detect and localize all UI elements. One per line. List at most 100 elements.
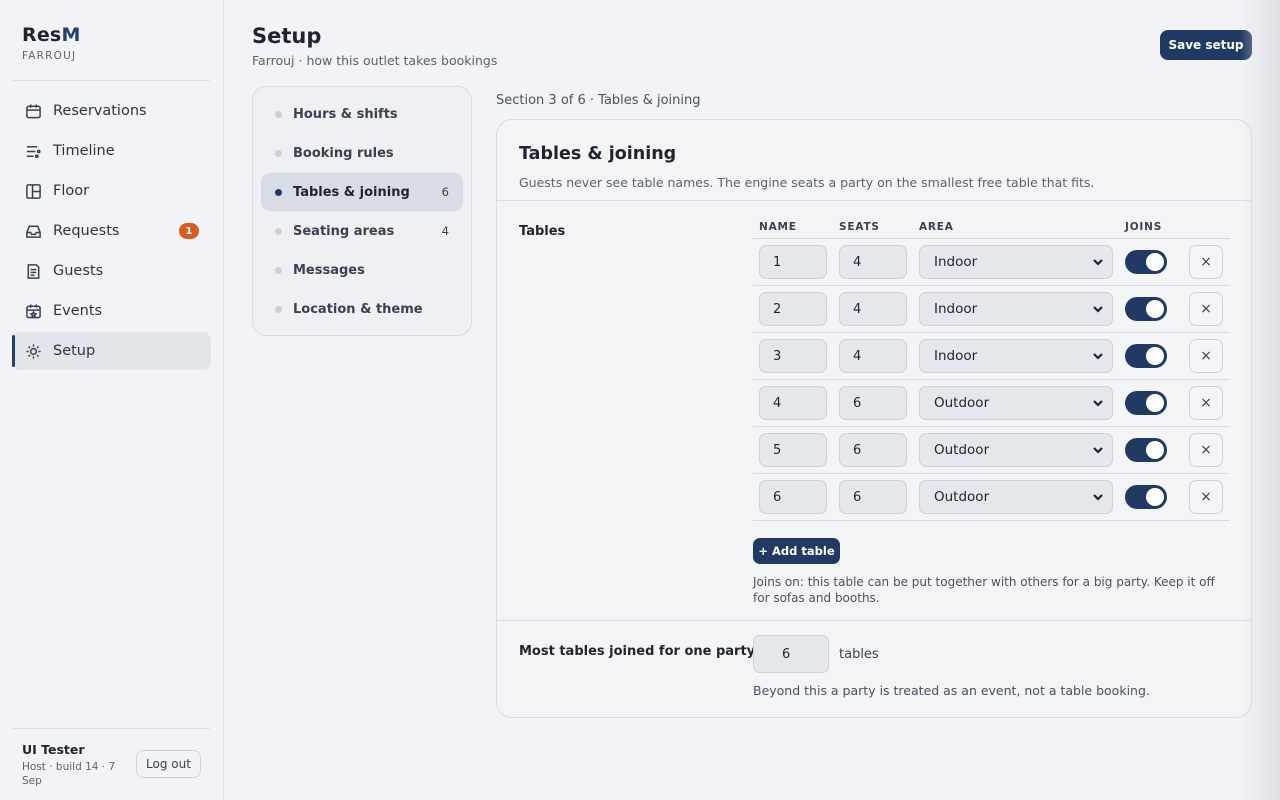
sidebar-item-label: Guests [53, 263, 104, 279]
outlet-name: FARROUJ [22, 50, 77, 62]
sidebar-item-label: Requests [53, 223, 120, 239]
table-name-input[interactable] [759, 339, 827, 373]
selected-area: Outdoor [934, 395, 990, 411]
table-area-select[interactable]: Outdoor [919, 386, 1113, 420]
toggle-knob [1146, 394, 1164, 412]
event-calendar-icon [24, 302, 42, 320]
max-join-label: Most tables joined for one party [519, 644, 756, 659]
table-row: Outdoor × [753, 380, 1230, 427]
sidebar-item-requests[interactable]: Requests 1 [12, 212, 211, 250]
section-label: Tables & joining [293, 184, 410, 200]
table-area-select[interactable]: Indoor [919, 292, 1113, 326]
table-area-select[interactable]: Indoor [919, 339, 1113, 373]
sidebar-item-reservations[interactable]: Reservations [12, 92, 211, 130]
selected-area: Indoor [934, 348, 978, 364]
floor-plan-icon [24, 182, 42, 200]
sidebar-item-floor[interactable]: Floor [12, 172, 211, 210]
section-dot-icon [275, 149, 282, 157]
table-name-input[interactable] [759, 292, 827, 326]
user-info: UI Tester Host · build 14 · 7 Sep [22, 742, 132, 788]
tables-label: Tables [519, 224, 566, 239]
column-header-joins: JOINS [1125, 221, 1163, 233]
panel-title: Tables & joining [519, 144, 677, 164]
section-dot-icon [275, 227, 282, 235]
section-item-booking-rules[interactable]: Booking rules [261, 134, 463, 172]
remove-table-button[interactable]: × [1189, 433, 1223, 467]
table-row: Indoor × [753, 333, 1230, 380]
max-join-unit: tables [839, 647, 879, 662]
table-seats-input[interactable] [839, 386, 907, 420]
table-row: Indoor × [753, 286, 1230, 333]
close-icon: × [1200, 395, 1212, 411]
selected-area: Indoor [934, 254, 978, 270]
table-seats-input[interactable] [839, 245, 907, 279]
joins-toggle[interactable] [1125, 344, 1167, 368]
calendar-icon [24, 102, 42, 120]
sidebar-item-timeline[interactable]: Timeline [12, 132, 211, 170]
gear-icon [24, 342, 42, 360]
chevron-down-icon [1092, 303, 1104, 315]
section-dot-icon [275, 188, 282, 196]
joins-help-text: Joins on: this table can be put together… [753, 575, 1215, 605]
max-tables-joined-input[interactable] [753, 635, 829, 673]
section-breadcrumb: Section 3 of 6 · Tables & joining [496, 93, 701, 108]
add-table-button[interactable]: + Add table [753, 538, 840, 564]
panel-description: Guests never see table names. The engine… [519, 175, 1095, 190]
chevron-down-icon [1092, 256, 1104, 268]
inbox-icon [24, 222, 42, 240]
table-name-input[interactable] [759, 245, 827, 279]
section-label: Location & theme [293, 301, 423, 317]
section-item-hours-shifts[interactable]: Hours & shifts [261, 95, 463, 133]
logout-button[interactable]: Log out [136, 750, 201, 778]
sidebar-item-setup[interactable]: Setup [12, 332, 211, 370]
joins-toggle[interactable] [1125, 438, 1167, 462]
column-header-name: NAME [759, 221, 797, 233]
table-seats-input[interactable] [839, 292, 907, 326]
section-item-tables-joining[interactable]: Tables & joining 6 [261, 173, 463, 211]
joins-toggle[interactable] [1125, 391, 1167, 415]
table-row: Indoor × [753, 239, 1230, 286]
table-area-select[interactable]: Outdoor [919, 480, 1113, 514]
table-name-input[interactable] [759, 386, 827, 420]
table-row: Outdoor × [753, 427, 1230, 474]
main-nav: Reservations Timeline Floor Requests 1 G… [12, 92, 211, 372]
remove-table-button[interactable]: × [1189, 292, 1223, 326]
section-item-location-theme[interactable]: Location & theme [261, 290, 463, 328]
remove-table-button[interactable]: × [1189, 339, 1223, 373]
sidebar-item-guests[interactable]: Guests [12, 252, 211, 290]
table-area-select[interactable]: Outdoor [919, 433, 1113, 467]
table-area-select[interactable]: Indoor [919, 245, 1113, 279]
joins-toggle[interactable] [1125, 485, 1167, 509]
divider [497, 200, 1251, 201]
divider [12, 80, 210, 81]
table-seats-input[interactable] [839, 433, 907, 467]
selected-area: Outdoor [934, 489, 990, 505]
toggle-knob [1146, 347, 1164, 365]
table-seats-input[interactable] [839, 480, 907, 514]
chevron-down-icon [1092, 350, 1104, 362]
close-icon: × [1200, 489, 1212, 505]
section-count: 4 [441, 224, 449, 238]
table-name-input[interactable] [759, 480, 827, 514]
save-setup-button[interactable]: Save setup [1160, 30, 1252, 60]
section-item-messages[interactable]: Messages [261, 251, 463, 289]
toggle-knob [1146, 300, 1164, 318]
remove-table-button[interactable]: × [1189, 480, 1223, 514]
remove-table-button[interactable]: × [1189, 386, 1223, 420]
remove-table-button[interactable]: × [1189, 245, 1223, 279]
close-icon: × [1200, 254, 1212, 270]
brand: ResM FARROUJ [22, 24, 81, 62]
sidebar-item-label: Events [53, 303, 103, 319]
table-seats-input[interactable] [839, 339, 907, 373]
section-label: Booking rules [293, 145, 394, 161]
table-name-input[interactable] [759, 433, 827, 467]
user-meta: Host · build 14 · 7 Sep [22, 761, 116, 787]
section-item-seating-areas[interactable]: Seating areas 4 [261, 212, 463, 250]
max-join-help-text: Beyond this a party is treated as an eve… [753, 683, 1150, 698]
joins-toggle[interactable] [1125, 297, 1167, 321]
selected-area: Indoor [934, 301, 978, 317]
sidebar: ResM FARROUJ Reservations Timeline Floor… [0, 0, 224, 800]
joins-toggle[interactable] [1125, 250, 1167, 274]
sidebar-item-events[interactable]: Events [12, 292, 211, 330]
section-dot-icon [275, 266, 282, 274]
